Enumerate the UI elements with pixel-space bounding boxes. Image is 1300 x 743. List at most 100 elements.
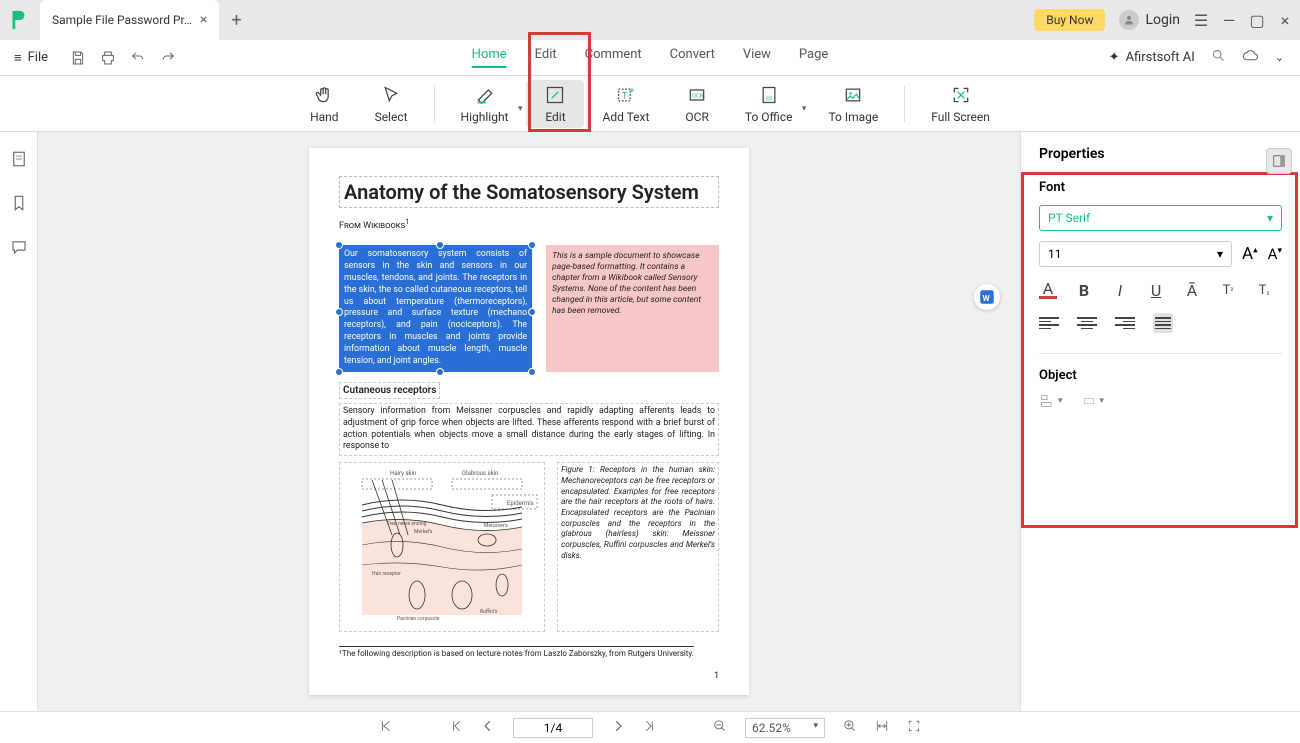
properties-panel: Properties × Font PT Serif ▾ 11 ▾ A▴ A▾ … [1020, 132, 1300, 711]
close-tab-icon[interactable]: × [200, 12, 207, 28]
tab-comment[interactable]: Comment [585, 47, 642, 68]
zoom-out-icon[interactable] [713, 719, 727, 736]
login-label: Login [1145, 12, 1180, 28]
tool-to-office[interactable]: To Office ▾ [727, 80, 811, 128]
avatar-icon [1119, 10, 1139, 30]
align-right-icon[interactable] [1115, 313, 1135, 333]
add-text-icon: T+ [615, 84, 637, 106]
svg-text:Glabrous skin: Glabrous skin [462, 470, 498, 477]
next-page-icon[interactable] [611, 719, 625, 736]
print-icon[interactable] [100, 50, 116, 66]
doc-title[interactable]: Anatomy of the Somatosensory System [339, 176, 719, 208]
tool-hand[interactable]: Hand [292, 80, 356, 128]
ribbon-toolbar: Hand Select Highlight ▾ Edit T+ Add Text… [0, 76, 1300, 132]
window-close-icon[interactable]: × [1278, 13, 1292, 27]
figure-caption[interactable]: Figure 1: Receptors in the human skin: M… [557, 462, 719, 632]
tab-page[interactable]: Page [799, 47, 828, 68]
tool-full-screen[interactable]: Full Screen [913, 80, 1008, 128]
sample-note: This is a sample document to showcase pa… [546, 245, 719, 372]
font-size-select[interactable]: 11 ▾ [1039, 241, 1232, 267]
font-family-select[interactable]: PT Serif ▾ [1039, 205, 1282, 231]
align-justify-icon[interactable] [1153, 313, 1173, 333]
tool-select[interactable]: Select [357, 80, 426, 128]
sparkle-icon: ✦ [1109, 50, 1120, 65]
svg-text:+: + [629, 86, 634, 96]
tool-add-text[interactable]: T+ Add Text [584, 80, 667, 128]
tool-edit[interactable]: Edit [526, 80, 584, 128]
align-left-icon[interactable] [1039, 313, 1059, 333]
svg-text:Ruffini's: Ruffini's [480, 608, 498, 615]
file-menu[interactable]: ≡ File [0, 50, 62, 66]
prev-page-icon[interactable] [481, 719, 495, 736]
collapse-ribbon-icon[interactable]: ⌄ [1275, 51, 1284, 64]
tool-to-image[interactable]: To Image [810, 80, 896, 128]
fit-page-icon[interactable] [907, 719, 921, 736]
fit-width-icon[interactable] [875, 719, 889, 736]
hamburger-icon[interactable]: ☰ [1194, 13, 1208, 27]
subscript-icon[interactable]: T₂ [1255, 281, 1273, 299]
to-office-icon [758, 84, 780, 106]
tab-edit[interactable]: Edit [535, 47, 557, 68]
minimize-icon[interactable]: — [1222, 13, 1236, 27]
tab-home[interactable]: Home [472, 47, 507, 68]
search-icon[interactable] [1211, 48, 1226, 67]
selected-text-block[interactable]: Our somatosensory system consists of sen… [339, 245, 532, 372]
cloud-icon[interactable] [1242, 47, 1259, 68]
section-heading[interactable]: Cutaneous receptors [339, 382, 440, 399]
zoom-in-icon[interactable] [843, 719, 857, 736]
bookmark-icon[interactable] [10, 194, 28, 216]
new-tab-button[interactable]: + [231, 10, 241, 31]
chevron-down-icon: ▾ [1217, 247, 1223, 261]
chevron-down-icon: ▾ [813, 721, 818, 735]
document-canvas[interactable]: Anatomy of the Somatosensory System From… [38, 132, 1020, 711]
body-paragraph[interactable]: Sensory information from Meissner corpus… [339, 403, 719, 457]
svg-text:Pacinian corpuscle: Pacinian corpuscle [397, 616, 440, 622]
bold-icon[interactable]: B [1075, 281, 1093, 299]
object-align-icon[interactable]: ▾ [1039, 393, 1063, 409]
comments-icon[interactable] [10, 238, 28, 260]
menubar: ≡ File Home Edit Comment Convert View Pa… [0, 40, 1300, 76]
underline-icon[interactable]: U [1147, 281, 1165, 299]
undo-icon[interactable] [130, 50, 146, 66]
login-button[interactable]: Login [1119, 10, 1180, 30]
save-icon[interactable] [70, 50, 86, 66]
edit-icon [544, 84, 566, 106]
figure-image[interactable]: Hairy skin Glabrous skin Epidermis [339, 462, 545, 632]
italic-icon[interactable]: I [1111, 281, 1129, 299]
document-tab[interactable]: Sample File Password Pr… × [40, 0, 219, 40]
object-section-label: Object [1039, 368, 1282, 383]
first-page-icon[interactable] [379, 719, 393, 736]
decrease-font-icon[interactable]: A▾ [1268, 245, 1282, 263]
svg-text:Merkel's: Merkel's [414, 529, 433, 535]
prev-section-icon[interactable] [449, 719, 463, 736]
chevron-down-icon[interactable]: ▾ [802, 104, 807, 114]
svg-text:W: W [983, 294, 991, 304]
ai-button[interactable]: ✦ Afirstsoft AI [1109, 50, 1195, 65]
svg-text:Hair receptor: Hair receptor [372, 571, 401, 577]
svg-text:Hairy skin: Hairy skin [390, 470, 416, 477]
tab-view[interactable]: View [743, 47, 771, 68]
zoom-select[interactable]: 62.52% ▾ [745, 718, 825, 738]
titlebar: Sample File Password Pr… × + Buy Now Log… [0, 0, 1300, 40]
object-distribute-icon[interactable]: ▾ [1081, 393, 1105, 409]
tool-ocr[interactable]: OCR OCR [667, 80, 726, 128]
redo-icon[interactable] [160, 50, 176, 66]
toggle-right-panel-icon[interactable] [1266, 148, 1292, 174]
buy-now-button[interactable]: Buy Now [1034, 9, 1105, 31]
tool-highlight[interactable]: Highlight ▾ [443, 80, 527, 128]
chevron-down-icon[interactable]: ▾ [518, 104, 523, 114]
tab-convert[interactable]: Convert [670, 47, 715, 68]
align-center-icon[interactable] [1077, 313, 1097, 333]
superscript-icon[interactable]: T² [1219, 281, 1237, 299]
maximize-icon[interactable]: ▢ [1250, 13, 1264, 27]
chevron-down-icon: ▾ [1267, 211, 1273, 225]
next-section-icon[interactable] [643, 719, 657, 736]
highlighter-icon [474, 84, 496, 106]
font-color-icon[interactable]: A [1039, 281, 1057, 299]
quick-access-toolbar [62, 50, 176, 66]
thumbnails-icon[interactable] [10, 150, 28, 172]
page-input[interactable] [513, 718, 593, 738]
convert-to-word-float-button[interactable]: W [974, 284, 1000, 310]
font-variant-icon[interactable]: Ā [1183, 281, 1201, 299]
increase-font-icon[interactable]: A▴ [1242, 244, 1258, 264]
